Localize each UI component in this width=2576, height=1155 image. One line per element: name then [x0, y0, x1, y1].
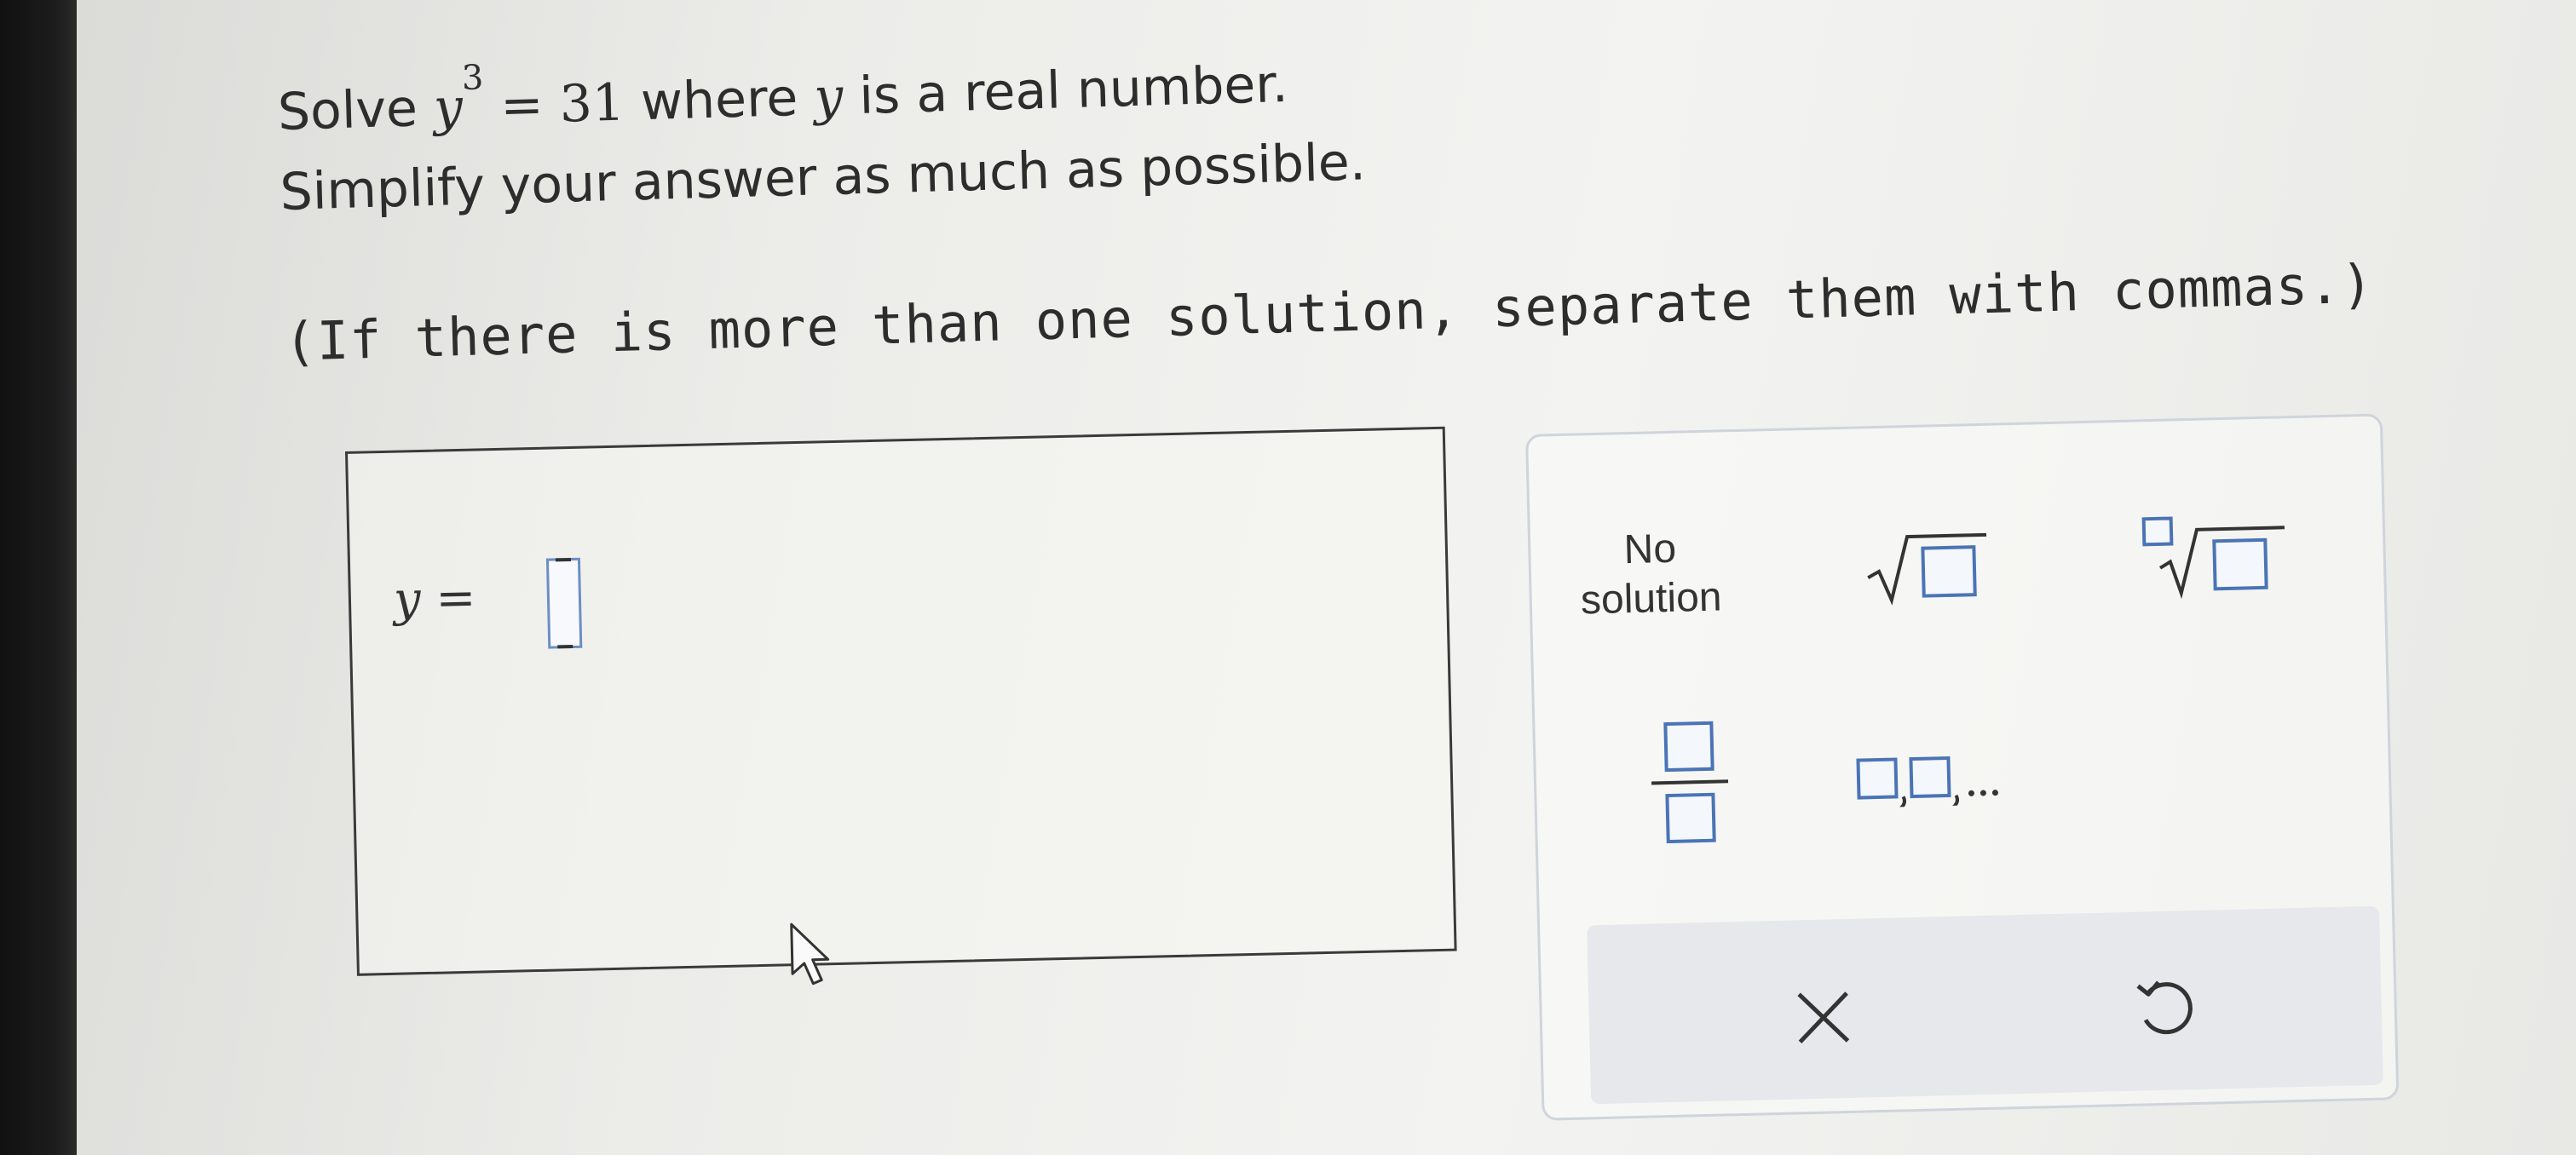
- comma-list-icon: [1856, 756, 1998, 808]
- comma-list-button[interactable]: [1842, 739, 2066, 813]
- no-solution-button[interactable]: No solution: [1565, 517, 1738, 632]
- where-word: where: [640, 67, 799, 133]
- nth-root-button[interactable]: [2126, 503, 2299, 610]
- equation-rhs: = 31: [499, 72, 625, 136]
- fraction-button[interactable]: [1628, 713, 1751, 852]
- dark-screen-edge: [0, 0, 77, 1155]
- clear-button[interactable]: [1776, 969, 1872, 1066]
- equation-exponent: 3: [461, 58, 484, 98]
- close-icon: [1797, 991, 1850, 1044]
- answer-variable: y: [393, 572, 422, 628]
- no-solution-label-2: solution: [1580, 574, 1723, 623]
- solve-word: Solve: [277, 78, 418, 142]
- undo-icon: [2136, 980, 2193, 1035]
- math-keypad: No solution: [1525, 413, 2400, 1121]
- question-rest: is a real number.: [858, 54, 1289, 126]
- square-root-button[interactable]: [1854, 519, 2002, 616]
- square-root-icon: [1867, 532, 1987, 606]
- answer-equals: =: [435, 570, 477, 627]
- no-solution-label-1: No: [1623, 526, 1677, 573]
- question-line-3: (If there is more than one solution, sep…: [283, 252, 2375, 373]
- question-text: Solve y3 = 31 where y is a real number. …: [277, 21, 2415, 393]
- undo-button[interactable]: [2116, 957, 2212, 1054]
- nth-root-icon: [2141, 516, 2285, 600]
- fraction-icon: [1651, 721, 1729, 844]
- keypad-action-bar: [1587, 905, 2383, 1105]
- mouse-pointer-icon: [790, 922, 830, 985]
- answer-input[interactable]: [545, 557, 583, 649]
- equation-variable: y: [432, 77, 464, 138]
- answer-label: y =: [393, 571, 476, 628]
- variable-ref: y: [813, 66, 844, 128]
- answer-area[interactable]: y =: [345, 426, 1457, 985]
